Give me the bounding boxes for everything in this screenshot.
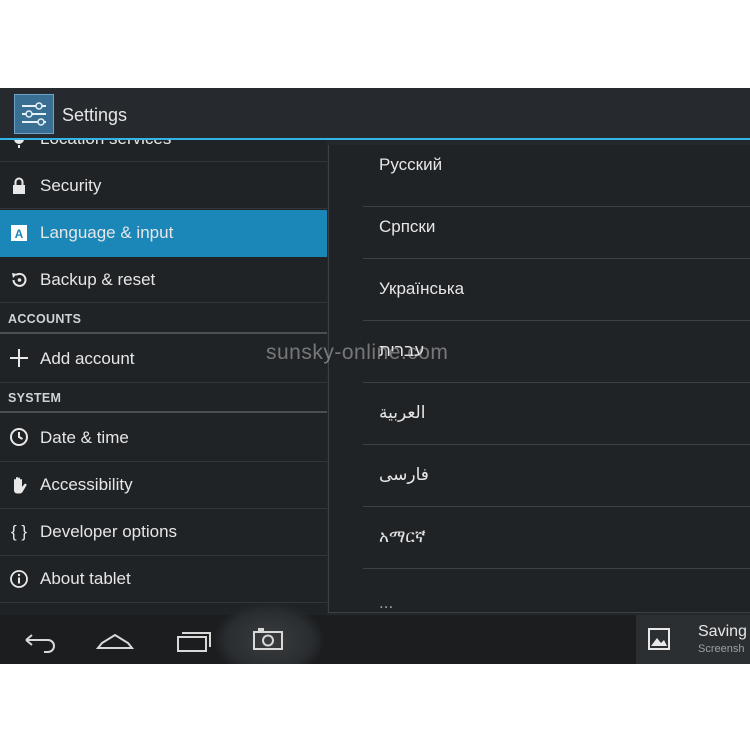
camera-icon: [253, 628, 283, 650]
settings-item-accessibility[interactable]: Accessibility: [0, 462, 327, 509]
language-option-label: አማርኛ: [379, 527, 426, 546]
notification-subtitle: Screensh: [698, 643, 745, 655]
settings-item-label: Add account: [40, 349, 135, 368]
settings-item-security[interactable]: Security: [0, 163, 327, 209]
home-icon: [95, 633, 135, 649]
settings-item-label: Language & input: [40, 223, 174, 242]
settings-item-label: Backup & reset: [40, 270, 156, 289]
settings-item-label: About tablet: [40, 569, 131, 588]
back-icon: [25, 634, 55, 653]
screenshot-notification[interactable]: Saving Screensh: [636, 615, 750, 664]
settings-item-developer-options[interactable]: { } Developer options: [0, 509, 327, 556]
language-icon: A: [8, 223, 30, 243]
plus-icon: [8, 348, 30, 368]
language-option-label: العربية: [379, 403, 426, 422]
home-button[interactable]: [90, 623, 140, 657]
settings-item-language-input[interactable]: A Language & input: [0, 210, 327, 257]
settings-item-label: Accessibility: [40, 475, 133, 494]
section-header-label: SYSTEM: [8, 391, 62, 405]
settings-item-label: Developer options: [40, 522, 178, 541]
section-header-label: ACCOUNTS: [8, 312, 82, 326]
settings-item-date-time[interactable]: Date & time: [0, 413, 327, 462]
section-header-accounts: ACCOUNTS: [0, 304, 327, 334]
screenshot-button[interactable]: [244, 623, 294, 657]
back-button[interactable]: [14, 623, 64, 657]
recent-apps-button[interactable]: [170, 623, 220, 657]
braces-icon: { }: [10, 522, 28, 541]
language-option[interactable]: فارسی: [363, 445, 750, 507]
language-dropdown[interactable]: Русский Српски Українська עברית العربية …: [328, 145, 750, 613]
settings-item-about-tablet[interactable]: About tablet: [0, 556, 327, 603]
svg-text:A: A: [15, 227, 24, 241]
settings-app-icon[interactable]: [14, 94, 54, 134]
watermark: sunsky-online.com: [266, 341, 449, 364]
restore-icon: [8, 270, 30, 290]
language-option-label: Српски: [379, 217, 436, 236]
section-header-system: SYSTEM: [0, 383, 327, 413]
language-option[interactable]: العربية: [363, 383, 750, 445]
language-option-label: ...: [379, 593, 394, 612]
language-option-label: Русский: [379, 155, 443, 174]
settings-item-label: Security: [40, 176, 102, 195]
language-option-partial[interactable]: ...: [363, 569, 750, 612]
settings-item-label: Date & time: [40, 428, 129, 447]
language-option[interactable]: Српски: [363, 197, 750, 259]
clock-icon: [8, 427, 30, 447]
tablet-screen: Settings Location services Security A La…: [0, 88, 750, 664]
notification-title: Saving: [698, 623, 747, 640]
lock-icon: [8, 176, 30, 196]
settings-item-label: Location services: [40, 140, 171, 149]
navigation-bar: Saving Screensh: [0, 603, 750, 664]
settings-item-backup-reset[interactable]: Backup & reset: [0, 257, 327, 303]
page-title: Settings: [62, 105, 128, 125]
hand-icon: [8, 475, 30, 495]
language-option[interactable]: Українська: [363, 259, 750, 321]
settings-list: Location services Security A Language & …: [0, 140, 327, 615]
recent-apps-icon: [177, 632, 211, 652]
picture-icon: [648, 628, 670, 650]
location-icon: [8, 140, 30, 149]
action-bar: Settings: [0, 88, 750, 140]
language-option-label: فارسی: [379, 465, 429, 484]
language-option-label: Українська: [379, 279, 465, 298]
language-option[interactable]: አማርኛ: [363, 507, 750, 569]
settings-item-location-services[interactable]: Location services: [0, 140, 327, 162]
info-icon: [8, 569, 30, 589]
